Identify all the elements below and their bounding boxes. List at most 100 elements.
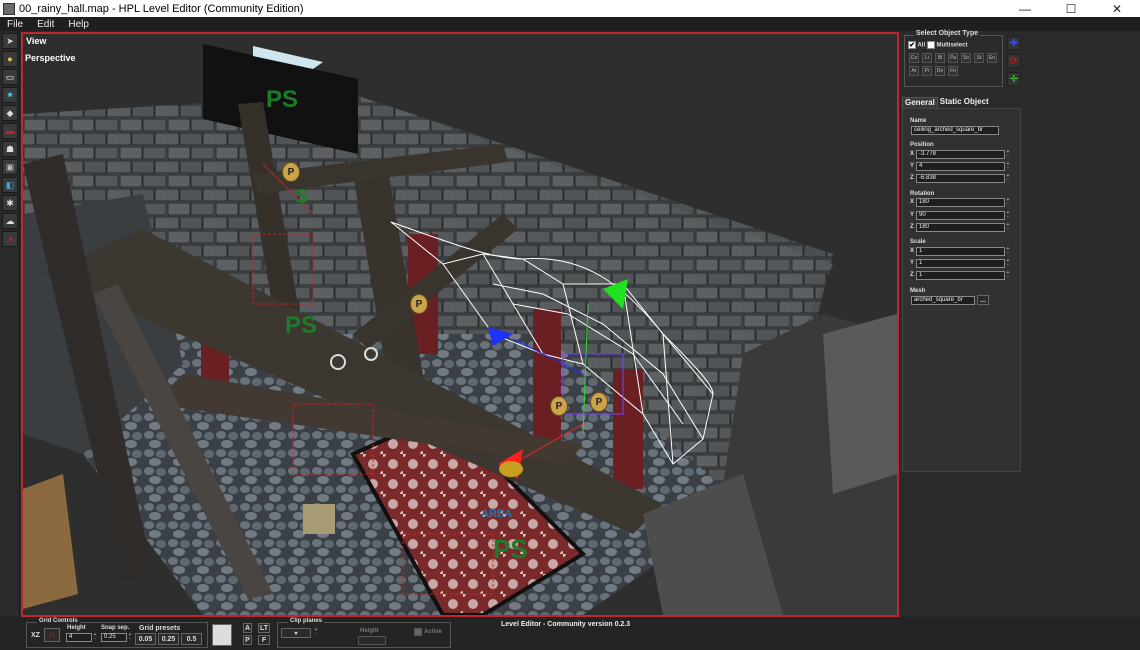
- fog-area-icon[interactable]: ☁: [2, 213, 18, 229]
- object-type-button-so[interactable]: So: [961, 53, 971, 63]
- clip-height-field[interactable]: [358, 636, 386, 645]
- grid-controls-group: Grid Controls XZ ∩ Height 4 + - Snap sep.…: [26, 618, 208, 648]
- scale-z-field[interactable]: 1: [916, 271, 1005, 280]
- close-button[interactable]: ✕: [1094, 0, 1140, 17]
- particle-system-icon[interactable]: ✷: [2, 87, 18, 103]
- area-icon[interactable]: ▣: [2, 159, 18, 175]
- grid-preset-button[interactable]: 0.05: [135, 633, 156, 645]
- grid-plane-label: XZ: [31, 632, 40, 639]
- scale-icon[interactable]: ✛: [1007, 72, 1021, 86]
- point-light-marker[interactable]: P: [410, 294, 428, 314]
- area-marker[interactable]: AREA: [481, 508, 512, 520]
- particle-system-marker[interactable]: PS: [285, 312, 317, 340]
- particle-system-marker[interactable]: PS: [266, 86, 298, 114]
- point-light-marker[interactable]: P: [550, 396, 568, 416]
- point-light-marker[interactable]: P: [590, 392, 608, 412]
- object-type-button-fo[interactable]: Fo: [948, 66, 958, 76]
- magnet-icon[interactable]: ∩: [44, 628, 60, 642]
- minimize-button[interactable]: —: [1002, 0, 1048, 17]
- rotation-x-field[interactable]: 180: [916, 198, 1005, 207]
- position-label: Position: [910, 142, 934, 148]
- snap-field[interactable]: 0.25: [101, 633, 127, 642]
- position-z-field[interactable]: -6.838: [916, 174, 1005, 183]
- sound-marker[interactable]: S: [295, 186, 308, 209]
- billboard-icon[interactable]: ▭: [2, 69, 18, 85]
- translate-icon[interactable]: ✚: [1007, 36, 1021, 50]
- maximize-button[interactable]: ☐: [1048, 0, 1094, 17]
- mesh-field[interactable]: arched_square_br: [911, 296, 975, 305]
- clip-plane-stepper[interactable]: + -: [314, 628, 318, 637]
- multiselect-checkbox[interactable]: [926, 41, 935, 49]
- entity-icon[interactable]: ☗: [2, 141, 18, 157]
- view-label: View: [26, 36, 47, 46]
- clip-active-label: Active: [424, 629, 443, 635]
- clip-planes-label: Clip planes: [288, 618, 325, 624]
- scale-x-field[interactable]: 1: [916, 247, 1005, 256]
- combine-icon[interactable]: ◑: [2, 231, 18, 247]
- clip-plane-dropdown[interactable]: ▾: [281, 628, 311, 638]
- rotation-y-label: Y: [910, 212, 915, 218]
- object-type-button-en[interactable]: En: [987, 53, 997, 63]
- f-toggle[interactable]: F: [258, 635, 270, 645]
- grid-preset-button[interactable]: 0.5: [181, 633, 202, 645]
- object-type-button-bi[interactable]: Bi: [935, 53, 945, 63]
- rotate-icon[interactable]: ⟳: [1007, 54, 1021, 68]
- particle-system-marker[interactable]: PS: [493, 534, 528, 565]
- scale-z-stepper[interactable]: + -: [1006, 271, 1010, 280]
- position-y-field[interactable]: 4: [916, 162, 1005, 171]
- grid-height-field[interactable]: 4: [66, 633, 92, 642]
- menu-help[interactable]: Help: [61, 19, 96, 30]
- version-label: Level Editor - Community version 0.2.3: [501, 621, 631, 628]
- decal-icon[interactable]: ✱: [2, 195, 18, 211]
- object-type-button-co[interactable]: Co: [909, 53, 919, 63]
- light-bulb-icon[interactable]: ●: [2, 51, 18, 67]
- rotation-x-stepper[interactable]: + -: [1006, 198, 1010, 207]
- perspective-viewport[interactable]: View Perspective PS PS PS S AREA P P P P: [21, 32, 899, 617]
- app-icon: [3, 2, 15, 15]
- sound-icon[interactable]: ◆: [2, 105, 18, 121]
- grid-preset-button[interactable]: 0.25: [158, 633, 179, 645]
- clip-height-label: Height: [360, 628, 379, 634]
- scale-x-stepper[interactable]: + -: [1006, 247, 1010, 256]
- scale-x-label: X: [910, 248, 915, 254]
- all-checkbox[interactable]: ✔: [908, 41, 916, 49]
- object-type-button-st[interactable]: St: [974, 53, 984, 63]
- a-toggle[interactable]: A: [243, 623, 252, 633]
- static-object-icon[interactable]: ▬: [2, 123, 18, 139]
- scale-y-stepper[interactable]: + -: [1006, 259, 1010, 268]
- p-toggle[interactable]: P: [243, 635, 252, 645]
- position-x-field[interactable]: -3.778: [916, 150, 1005, 159]
- rotation-label: Rotation: [910, 191, 935, 197]
- lt-toggle[interactable]: LT: [258, 623, 270, 633]
- object-type-button-ar[interactable]: Ar: [909, 66, 919, 76]
- object-type-button-li[interactable]: Li: [922, 53, 932, 63]
- select-arrow-icon[interactable]: ➤: [2, 33, 18, 49]
- rotation-z-field[interactable]: 180: [916, 223, 1005, 232]
- rotation-y-field[interactable]: 90: [916, 211, 1005, 220]
- object-type-button-pa[interactable]: Pa: [948, 53, 958, 63]
- snap-stepper[interactable]: + -: [128, 633, 132, 642]
- rotation-z-stepper[interactable]: + -: [1006, 223, 1010, 232]
- position-y-stepper[interactable]: + -: [1006, 162, 1010, 171]
- rotation-y-stepper[interactable]: + -: [1006, 211, 1010, 220]
- grid-presets-label: Grid presets: [139, 625, 181, 632]
- scale-y-field[interactable]: 1: [916, 259, 1005, 268]
- all-label: All: [917, 42, 926, 49]
- menu-file[interactable]: File: [0, 19, 30, 30]
- position-z-stepper[interactable]: + -: [1006, 174, 1010, 183]
- position-x-stepper[interactable]: + -: [1006, 150, 1010, 159]
- menu-edit[interactable]: Edit: [30, 19, 61, 30]
- object-type-button-pr[interactable]: Pr: [922, 66, 932, 76]
- status-bar: Grid Controls XZ ∩ Height 4 + - Snap sep.…: [0, 617, 1140, 650]
- point-light-marker[interactable]: P: [282, 162, 300, 182]
- position-x-label: X: [910, 151, 915, 157]
- clip-active-checkbox[interactable]: [414, 628, 422, 636]
- object-type-button-de[interactable]: De: [935, 66, 945, 76]
- primitive-icon[interactable]: ◧: [2, 177, 18, 193]
- grid-height-stepper[interactable]: + -: [93, 633, 97, 642]
- mesh-label: Mesh: [910, 288, 926, 294]
- mesh-browse-button[interactable]: ...: [977, 295, 989, 305]
- background-color-button[interactable]: [212, 624, 232, 646]
- name-field[interactable]: ceiling_arched_square_br: [911, 126, 999, 135]
- scale-y-label: Y: [910, 260, 915, 266]
